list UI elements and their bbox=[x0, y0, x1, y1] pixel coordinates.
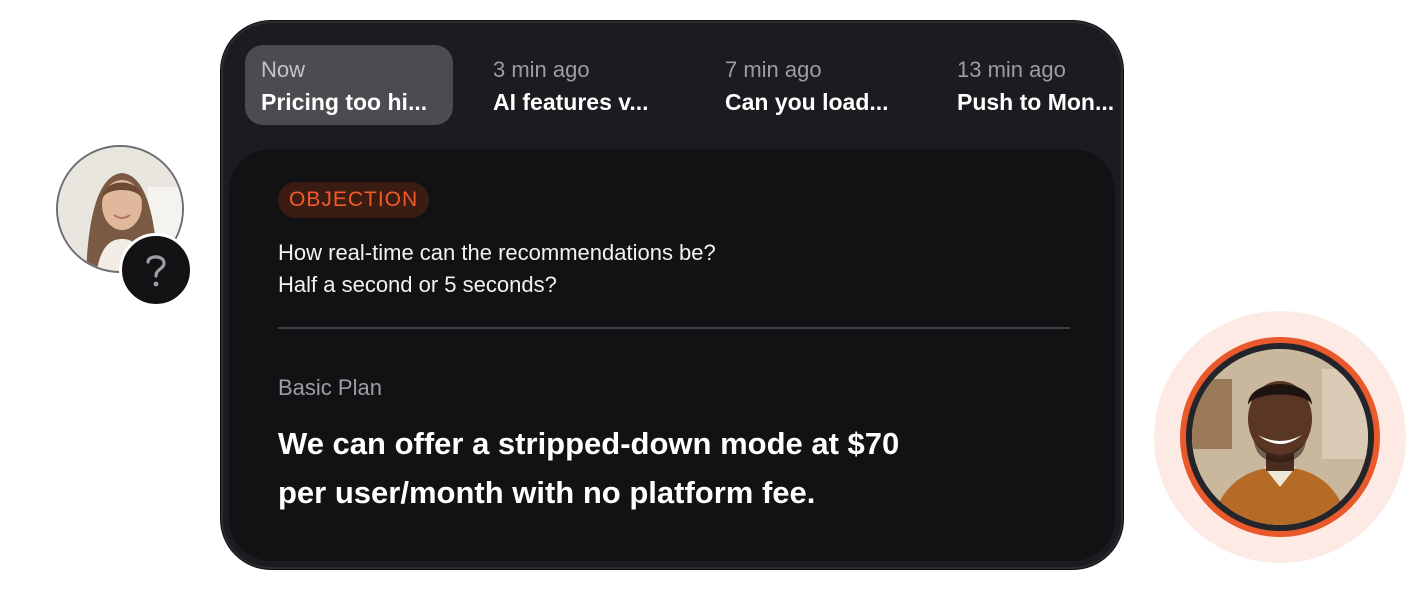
tab-title: Push to Mon... bbox=[957, 89, 1115, 115]
question-line: Half a second or 5 seconds? bbox=[278, 272, 557, 297]
tab-time: 7 min ago bbox=[725, 57, 822, 82]
tab-can-you-load[interactable]: 7 min ago Can you load... bbox=[709, 45, 917, 125]
tab-time: 3 min ago bbox=[493, 57, 590, 82]
tab-time: Now bbox=[261, 57, 306, 82]
rep-photo bbox=[1192, 349, 1368, 525]
tab-time: 13 min ago bbox=[957, 57, 1066, 82]
call-assistant-stage: Now Pricing too hi... 3 min ago AI featu… bbox=[0, 0, 1406, 589]
objection-badge: OBJECTION bbox=[278, 182, 430, 218]
question-badge bbox=[119, 233, 193, 307]
rep-avatar bbox=[1186, 343, 1374, 531]
topic-tabs: Now Pricing too hi... 3 min ago AI featu… bbox=[245, 45, 1121, 125]
answer-line: per user/month with no platform fee. bbox=[278, 475, 816, 510]
tab-push-to-monday[interactable]: 13 min ago Push to Mon... bbox=[941, 45, 1121, 125]
suggested-answer: We can offer a stripped-down mode at $70… bbox=[278, 419, 998, 517]
divider bbox=[278, 327, 1070, 329]
answer-line: We can offer a stripped-down mode at $70 bbox=[278, 426, 900, 461]
question-line: How real-time can the recommendations be… bbox=[278, 240, 716, 265]
tab-title: Pricing too hi... bbox=[261, 89, 428, 115]
tab-ai-features[interactable]: 3 min ago AI features v... bbox=[477, 45, 685, 125]
rep-portrait bbox=[1192, 349, 1368, 525]
customer-question: How real-time can the recommendations be… bbox=[278, 237, 716, 301]
question-mark-icon bbox=[146, 255, 166, 287]
tab-pricing[interactable]: Now Pricing too hi... bbox=[245, 45, 453, 125]
suggestion-card: Now Pricing too hi... 3 min ago AI featu… bbox=[221, 21, 1123, 569]
suggestion-panel: OBJECTION How real-time can the recommen… bbox=[229, 149, 1115, 561]
tab-title: Can you load... bbox=[725, 89, 889, 115]
tab-title: AI features v... bbox=[493, 89, 649, 115]
plan-label: Basic Plan bbox=[278, 375, 382, 400]
